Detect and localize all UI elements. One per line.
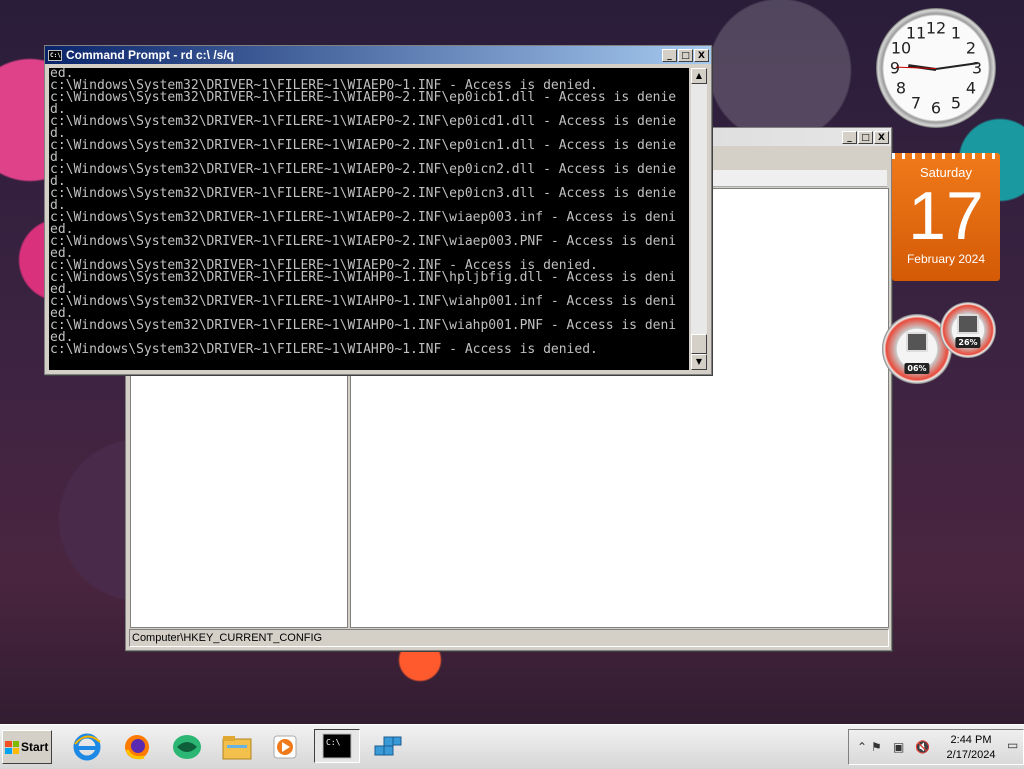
console-line: c:\Windows\System32\DRIVER~1\FILERE~1\WI…	[50, 186, 677, 201]
svg-text:C:\: C:\	[326, 738, 341, 747]
action-center-flag-icon[interactable]: ⚑	[871, 740, 882, 754]
network-icon[interactable]: ▣	[893, 740, 904, 754]
regedit-minimize-button[interactable]: _	[842, 130, 857, 144]
scrollbar-thumb[interactable]	[691, 334, 707, 354]
start-button[interactable]: Start	[2, 730, 52, 764]
media-player-icon[interactable]	[268, 731, 302, 763]
cpu-chip-icon	[906, 332, 928, 352]
taskbar: Start C:\ ⌃ ⚑ ▣ 🔇 2:44 PM 2/17/2024 ▭	[0, 724, 1024, 769]
calendar-rings	[892, 153, 1000, 159]
clock-number: 6	[930, 98, 942, 118]
clock-number: 7	[910, 93, 922, 113]
tray-time: 2:44 PM	[950, 734, 992, 746]
tray-clock[interactable]: 2:44 PM 2/17/2024	[941, 733, 1001, 763]
app-green-icon[interactable]	[170, 731, 204, 763]
clock-number: 9	[889, 58, 901, 78]
console-line: c:\Windows\System32\DRIVER~1\FILERE~1\WI…	[50, 270, 677, 285]
clock-number: 8	[895, 78, 907, 98]
regedit-maximize-button[interactable]: □	[858, 130, 873, 144]
clock-number: 2	[965, 38, 977, 58]
tray-date: 2/17/2024	[946, 749, 996, 761]
calendar-gadget[interactable]: Saturday 17 February 2024	[892, 153, 1000, 281]
firefox-icon[interactable]	[120, 731, 154, 763]
clock-number: 1	[950, 23, 962, 43]
command-prompt-icon: C:\	[48, 49, 62, 61]
cmd-maximize-button[interactable]: □	[678, 48, 693, 62]
regedit-status-bar: Computer\HKEY_CURRENT_CONFIG	[129, 629, 889, 647]
show-hidden-icons-icon[interactable]: ⌃	[857, 740, 867, 754]
cmd-minimize-button[interactable]: _	[662, 48, 677, 62]
console-output[interactable]: ed. c:\Windows\System32\DRIVER~1\FILERE~1…	[49, 68, 689, 370]
console-line: c:\Windows\System32\DRIVER~1\FILERE~1\WI…	[50, 318, 677, 333]
show-desktop-icon[interactable]: ▭	[1007, 738, 1018, 752]
console-line: c:\Windows\System32\DRIVER~1\FILERE~1\WI…	[50, 294, 677, 309]
clock-second-hand	[896, 66, 937, 69]
volume-muted-icon[interactable]: 🔇	[915, 740, 930, 754]
clock-number: 4	[965, 78, 977, 98]
cpu-percent: 06%	[904, 363, 930, 374]
cmd-title: Command Prompt - rd c:\ /s/q	[66, 48, 235, 62]
cmd-titlebar[interactable]: C:\ Command Prompt - rd c:\ /s/q _ □ X	[45, 46, 711, 64]
clock-gadget[interactable]: 12 1 2 3 4 5 6 7 8 9 10 11	[876, 8, 996, 128]
scroll-down-arrow-icon[interactable]: ▼	[691, 354, 707, 370]
cmd-close-button[interactable]: X	[694, 48, 709, 62]
registry-editor-icon[interactable]	[365, 731, 409, 763]
clock-number: 11	[905, 23, 927, 43]
console-line: c:\Windows\System32\DRIVER~1\FILERE~1\WI…	[50, 234, 677, 249]
memory-meter-gadget[interactable]: 26%	[940, 302, 996, 358]
command-prompt-window[interactable]: C:\ Command Prompt - rd c:\ /s/q _ □ X e…	[44, 45, 712, 375]
calendar-date: 17	[908, 178, 984, 254]
file-explorer-icon[interactable]	[220, 731, 254, 763]
windows-logo-icon	[5, 740, 19, 754]
command-prompt-taskbar-button[interactable]: C:\	[314, 729, 360, 763]
console-line: c:\Windows\System32\DRIVER~1\FILERE~1\WI…	[50, 342, 598, 357]
regedit-close-button[interactable]: X	[874, 130, 889, 144]
system-tray: ⌃ ⚑ ▣ 🔇 2:44 PM 2/17/2024 ▭	[848, 729, 1024, 765]
internet-explorer-icon[interactable]	[70, 731, 104, 763]
clock-number: 5	[950, 93, 962, 113]
memory-chip-icon	[957, 314, 979, 335]
console-line: c:\Windows\System32\DRIVER~1\FILERE~1\WI…	[50, 90, 677, 105]
scroll-up-arrow-icon[interactable]: ▲	[691, 68, 707, 84]
memory-percent: 26%	[955, 337, 981, 348]
console-line: c:\Windows\System32\DRIVER~1\FILERE~1\WI…	[50, 114, 677, 129]
calendar-month: February 2024	[906, 252, 986, 266]
clock-number: 12	[925, 18, 947, 38]
console-line: c:\Windows\System32\DRIVER~1\FILERE~1\WI…	[50, 162, 677, 177]
console-line: c:\Windows\System32\DRIVER~1\FILERE~1\WI…	[50, 138, 677, 153]
console-scrollbar[interactable]: ▲ ▼	[691, 68, 707, 370]
start-label: Start	[21, 740, 49, 754]
console-line: c:\Windows\System32\DRIVER~1\FILERE~1\WI…	[50, 210, 677, 225]
